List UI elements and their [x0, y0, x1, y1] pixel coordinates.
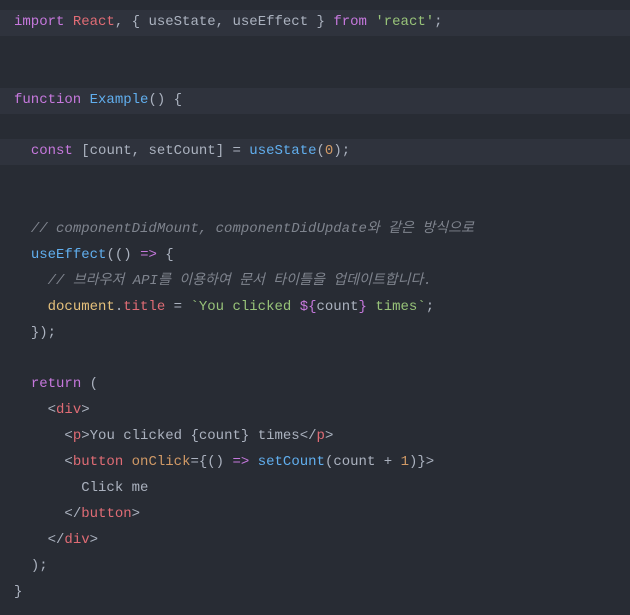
txt-times: times — [249, 428, 299, 444]
attr-onclick: onClick — [132, 454, 191, 470]
prop-title: title — [123, 299, 165, 315]
id-count: count — [90, 143, 132, 159]
str-clicked-close: times` — [367, 299, 426, 315]
fn-example: Example — [90, 92, 149, 108]
num-one: 1 — [401, 454, 409, 470]
id-react: React — [73, 14, 115, 30]
jsx-div-open: div — [56, 402, 81, 418]
comment-mount: // componentDidMount, componentDidUpdate… — [31, 221, 474, 237]
kw-const: const — [31, 143, 73, 159]
jsx-count: count — [199, 428, 241, 444]
call-useeffect: useEffect — [31, 247, 107, 263]
id-setcount: setCount — [148, 143, 215, 159]
kw-import: import — [14, 14, 64, 30]
code-block: import React, { useState, useEffect } fr… — [0, 0, 630, 615]
id-document: document — [48, 299, 115, 315]
jsx-p-open: p — [73, 428, 81, 444]
jsx-div-close: div — [64, 532, 89, 548]
comment-api: // 브라우저 API를 이용하여 문서 타이틀을 업데이트합니다. — [48, 273, 432, 289]
kw-function: function — [14, 92, 81, 108]
jsx-button-close: button — [81, 506, 131, 522]
str-clicked-open: `You clicked — [190, 299, 299, 315]
id-useeffect: useEffect — [232, 14, 308, 30]
kw-from: from — [333, 14, 367, 30]
kw-return: return — [31, 376, 81, 392]
jsx-p-close: p — [317, 428, 325, 444]
str-react: 'react' — [375, 14, 434, 30]
jsx-button-open: button — [73, 454, 123, 470]
arg-count: count — [333, 454, 375, 470]
id-usestate: useState — [148, 14, 215, 30]
call-setcount: setCount — [258, 454, 325, 470]
call-usestate: useState — [249, 143, 316, 159]
txt-clicked: You clicked — [90, 428, 191, 444]
txt-clickme: Click me — [81, 480, 148, 496]
tpl-count: count — [317, 299, 359, 315]
